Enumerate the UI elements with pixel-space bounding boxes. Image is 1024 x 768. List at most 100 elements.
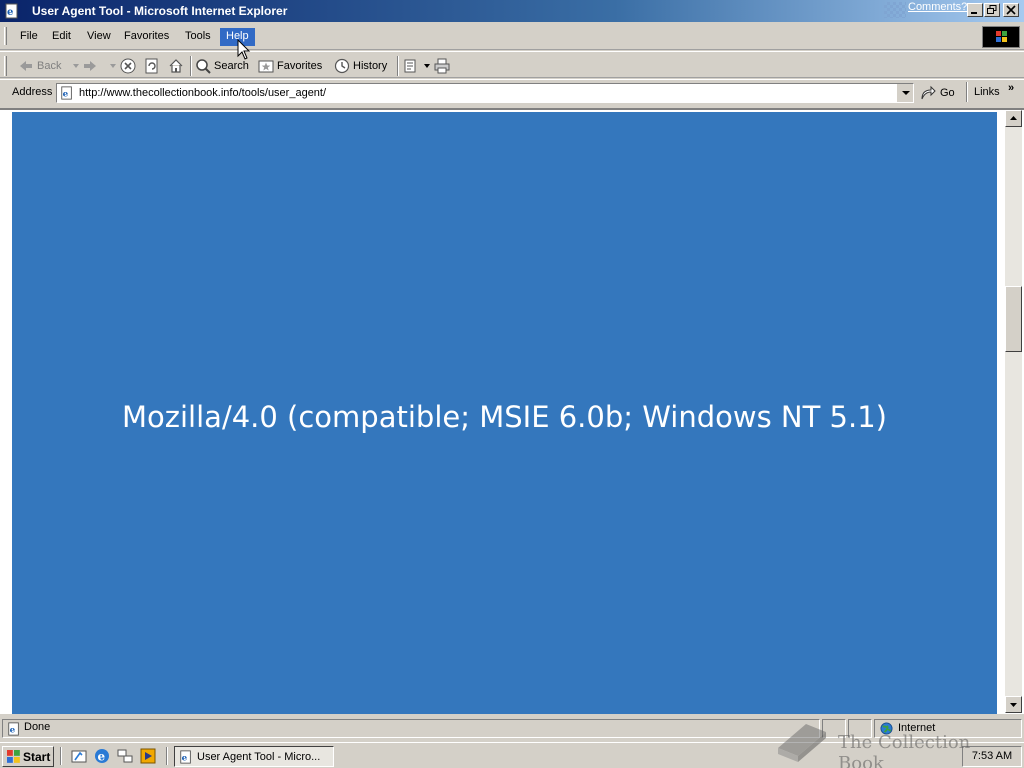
menu-edit[interactable]: Edit xyxy=(46,28,77,46)
go-arrow-icon xyxy=(921,85,936,100)
browser-content: Mozilla/4.0 (compatible; MSIE 6.0b; Wind… xyxy=(0,108,1024,714)
toolbar-grip[interactable] xyxy=(4,27,7,45)
ie-page-icon: e xyxy=(180,749,191,764)
chevron-down-icon xyxy=(902,91,910,95)
home-button[interactable] xyxy=(168,56,184,76)
home-icon xyxy=(169,59,183,73)
chevron-down-icon xyxy=(424,64,430,68)
user-agent-string: Mozilla/4.0 (compatible; MSIE 6.0b; Wind… xyxy=(122,400,887,434)
window-title: User Agent Tool - Microsoft Internet Exp… xyxy=(32,4,288,18)
svg-text:e: e xyxy=(7,7,13,18)
back-button[interactable]: Back xyxy=(18,56,80,76)
refresh-icon xyxy=(145,58,158,74)
svg-text:e: e xyxy=(10,726,16,736)
toolbar-grip[interactable] xyxy=(4,56,7,76)
history-label: History xyxy=(353,60,388,72)
status-main-cell xyxy=(2,719,820,738)
forward-button[interactable] xyxy=(82,56,117,76)
menu-favorites[interactable]: Favorites xyxy=(118,28,175,46)
back-label: Back xyxy=(37,60,62,72)
start-label: Start xyxy=(23,749,51,764)
network-icon[interactable] xyxy=(117,748,133,764)
scroll-up-button[interactable] xyxy=(1005,110,1022,127)
toolbar-separator xyxy=(190,56,192,76)
address-dropdown[interactable] xyxy=(897,84,913,102)
minimize-button[interactable] xyxy=(967,3,983,17)
vertical-scrollbar[interactable] xyxy=(1005,110,1022,713)
toolbar-separator xyxy=(397,56,399,76)
refresh-button[interactable] xyxy=(144,56,160,76)
title-bar: e User Agent Tool - Microsoft Internet E… xyxy=(0,0,1024,22)
system-clock[interactable]: 7:53 AM xyxy=(962,746,1022,767)
minimize-icon xyxy=(971,12,977,14)
restore-icon xyxy=(987,5,997,14)
chevron-down-icon xyxy=(110,64,116,68)
mail-button[interactable] xyxy=(404,56,431,76)
svg-text:e: e xyxy=(98,750,106,764)
scroll-down-button[interactable] xyxy=(1005,696,1022,713)
status-bar: e Done Internet xyxy=(0,716,1024,740)
go-button[interactable]: Go xyxy=(920,85,955,101)
scroll-thumb[interactable] xyxy=(1005,286,1022,352)
show-desktop-icon[interactable] xyxy=(71,748,87,764)
print-button[interactable] xyxy=(434,56,450,76)
taskbar-separator xyxy=(166,747,168,765)
ie-page-icon: e xyxy=(8,722,19,736)
internet-explorer-icon[interactable]: e xyxy=(94,748,110,764)
status-cell xyxy=(822,719,846,738)
favorites-button[interactable]: Favorites xyxy=(258,56,322,76)
address-label: Address xyxy=(12,86,53,98)
start-button[interactable]: Start xyxy=(2,746,54,767)
menu-bar: File Edit View Favorites Tools Help xyxy=(0,22,1024,50)
windows-throbber xyxy=(982,26,1020,48)
chevron-right-icon[interactable]: » xyxy=(1008,82,1014,94)
forward-arrow-icon xyxy=(84,61,96,71)
checker-decoration xyxy=(884,2,906,18)
stop-button[interactable] xyxy=(120,56,136,76)
zone-label: Internet xyxy=(898,722,936,734)
status-cell xyxy=(848,719,872,738)
svg-text:e: e xyxy=(182,753,188,763)
toolbar-separator xyxy=(966,82,968,102)
menu-file[interactable]: File xyxy=(14,28,44,46)
page-body: Mozilla/4.0 (compatible; MSIE 6.0b; Wind… xyxy=(12,112,997,714)
windows-logo-icon xyxy=(7,749,20,763)
close-button[interactable] xyxy=(1003,3,1019,17)
search-icon xyxy=(196,59,211,74)
chevron-down-icon xyxy=(73,64,80,68)
history-button[interactable]: History xyxy=(334,56,387,76)
ie-page-icon: e xyxy=(5,3,18,19)
print-icon xyxy=(434,58,450,74)
mouse-cursor-icon xyxy=(237,39,251,60)
back-arrow-icon xyxy=(20,61,32,71)
taskbar-separator xyxy=(60,747,62,765)
history-icon xyxy=(334,58,350,74)
status-text: Done xyxy=(24,721,51,733)
taskbar-window-button[interactable]: e User Agent Tool - Micro... xyxy=(174,746,334,767)
close-icon xyxy=(1006,5,1016,15)
address-bar: Address e Go Links » xyxy=(0,79,1024,105)
favorites-star-icon xyxy=(258,60,274,73)
svg-text:e: e xyxy=(63,90,69,100)
stop-icon xyxy=(120,58,136,74)
comments-link[interactable]: Comments? xyxy=(908,1,967,13)
taskbar: Start e e User Agent Tool - Micro... 7:5… xyxy=(0,742,1024,768)
mail-icon xyxy=(404,59,416,73)
menu-view[interactable]: View xyxy=(81,28,117,46)
ie-page-icon: e xyxy=(61,86,72,100)
menu-tools[interactable]: Tools xyxy=(179,28,217,46)
favorites-label: Favorites xyxy=(277,60,323,72)
restore-button[interactable] xyxy=(984,3,1000,17)
address-input[interactable] xyxy=(79,86,889,100)
taskbar-window-label: User Agent Tool - Micro... xyxy=(197,750,321,763)
globe-icon xyxy=(880,722,893,735)
windows-logo-icon xyxy=(996,31,1007,42)
media-player-icon[interactable] xyxy=(140,748,156,764)
search-label: Search xyxy=(214,60,249,72)
standard-toolbar: Back Search Favorites History xyxy=(0,51,1024,78)
address-field[interactable]: e xyxy=(56,83,914,103)
go-label: Go xyxy=(940,87,955,99)
arrow-up-icon xyxy=(1010,116,1017,120)
links-button[interactable]: Links xyxy=(974,86,1000,98)
arrow-down-icon xyxy=(1010,703,1017,707)
